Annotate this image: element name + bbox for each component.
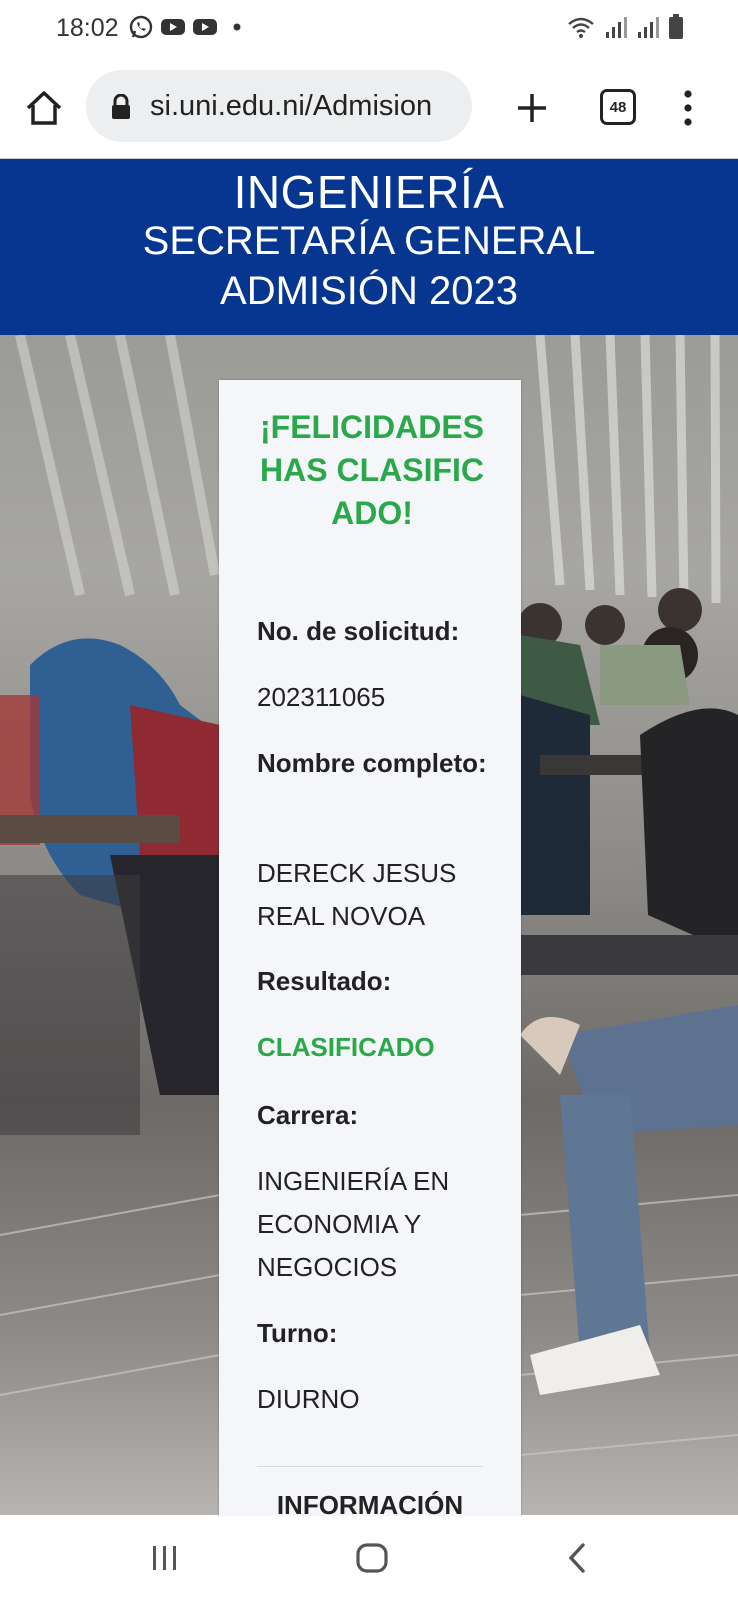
nombre-label: Nombre completo: [257,748,487,778]
solicitud-label: No. de solicitud: [257,616,460,646]
signal-icon [606,17,627,38]
dot-icon [233,23,241,31]
turno-value: DIURNO [257,1384,360,1414]
turno-label: Turno: [257,1318,338,1348]
header-secretaria: SECRETARÍA GENERAL [142,219,596,263]
lock-icon [112,94,130,119]
url-text[interactable]: si.uni.edu.ni/Admision [150,90,432,123]
tab-count: 48 [609,98,627,116]
status-right-icons [566,14,684,40]
page-header: INGENIERÍA SECRETARÍA GENERAL ADMISIÓN 2… [0,159,738,335]
wifi-icon [568,17,594,38]
header-admision: ADMISIÓN 2023 [220,269,518,313]
carrera-label: Carrera: [257,1100,359,1130]
resultado-value: CLASIFICADO [257,1032,435,1062]
back-icon[interactable] [565,1542,589,1574]
recent-apps-icon[interactable] [150,1544,180,1572]
browser-toolbar: si.uni.edu.ni/Admision 48 [0,58,738,159]
battery-icon [669,14,683,39]
status-left-icons [128,14,250,40]
whatsapp-icon [129,15,153,39]
solicitud-value: 202311065 [257,682,386,712]
new-tab-icon[interactable] [510,86,554,130]
youtube-icon [161,19,185,35]
home-icon[interactable] [22,86,66,130]
status-time: 18:02 [56,14,119,42]
system-nav-bar [0,1516,738,1600]
address-bar[interactable]: si.uni.edu.ni/Admision [86,70,472,142]
status-bar: 18:02 [0,0,738,58]
more-options-icon[interactable] [676,84,700,132]
youtube-icon [193,19,217,35]
carrera-value: INGENIERÍA EN ECONOMIA Y NEGOCIOS [257,1166,450,1282]
card-divider [257,1466,483,1467]
signal-icon [638,17,659,38]
result-card: ¡FELICIDADES HAS CLASIFICADO! No. de sol… [219,380,521,1520]
home-nav-icon[interactable] [355,1542,389,1574]
header-faculty: INGENIERÍA [233,166,505,218]
tab-switcher-button[interactable]: 48 [600,89,636,125]
resultado-label: Resultado: [257,966,392,996]
congrats-heading: ¡FELICIDADES HAS CLASIFICADO! [260,409,484,531]
nombre-value: DERECK JESUS REAL NOVOA [257,858,457,931]
